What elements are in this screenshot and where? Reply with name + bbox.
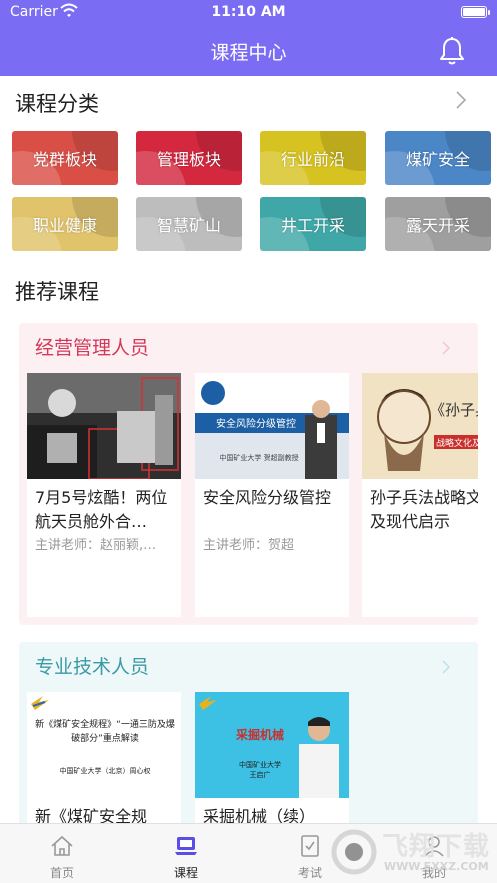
course-thumbnail: 采掘机械 中国矿业大学 王启广 bbox=[195, 692, 349, 798]
category-tile[interactable]: 煤矿安全 bbox=[385, 131, 491, 185]
category-tile[interactable]: 行业前沿 bbox=[260, 131, 366, 185]
category-label: 党群板块 bbox=[32, 150, 97, 169]
watermark-url: WWW.FXXZ.COM bbox=[384, 860, 489, 873]
course-card[interactable]: 《孙子兵 战略文化及现 孙子兵法战略文化及现代启示 bbox=[362, 373, 478, 617]
course-center-screen: Carrier 11:10 AM 课程中心 课程分类 党群板块 管理板块 行业前沿 煤… bbox=[0, 0, 497, 883]
category-tile[interactable]: 露天开采 bbox=[385, 197, 491, 251]
course-thumbnail: 安全风险分级管控 中国矿业大学 贺超副教授 bbox=[195, 373, 349, 479]
category-section-title: 课程分类 bbox=[15, 92, 99, 116]
course-teacher: 主讲老师：贺超 bbox=[203, 538, 295, 553]
chevron-right-icon[interactable] bbox=[441, 659, 451, 675]
category-tile[interactable]: 智慧矿山 bbox=[136, 197, 242, 251]
laptop-icon bbox=[175, 837, 197, 855]
category-tile[interactable]: 管理板块 bbox=[136, 131, 242, 185]
category-label: 智慧矿山 bbox=[156, 216, 221, 235]
category-tile[interactable]: 职业健康 bbox=[12, 197, 118, 251]
thumbnail-subcaption: 中国矿业大学（北京）周心权 bbox=[59, 767, 151, 775]
status-bar: Carrier 11:10 AM bbox=[0, 0, 497, 26]
course-group-title[interactable]: 专业技术人员 bbox=[35, 652, 149, 679]
category-label: 行业前沿 bbox=[280, 150, 345, 169]
thumbnail-caption: 新《煤矿安全规程》“一通三防及爆破部分”重点解读 bbox=[35, 720, 175, 744]
course-group-management: 经营管理人员 7月5号炫酷！两位航天员舱外合… 主讲老师：赵丽颖,… 安全风险分… bbox=[19, 323, 478, 625]
battery-icon bbox=[461, 6, 490, 18]
watermark-text: 飞翔下载 bbox=[382, 832, 491, 862]
course-card[interactable]: 7月5号炫酷！两位航天员舱外合… 主讲老师：赵丽颖,… bbox=[27, 373, 181, 617]
course-card[interactable]: 安全风险分级管控 中国矿业大学 贺超副教授 安全风险分级管控 主讲老师：贺超 bbox=[195, 373, 349, 617]
category-label: 井工开采 bbox=[280, 216, 345, 235]
course-thumbnail bbox=[27, 373, 181, 479]
chevron-right-icon[interactable] bbox=[454, 90, 468, 110]
category-label: 煤矿安全 bbox=[405, 150, 470, 169]
course-thumbnail: 新《煤矿安全规程》“一通三防及爆破部分”重点解读 中国矿业大学（北京）周心权 bbox=[27, 692, 181, 798]
exam-icon bbox=[301, 835, 319, 857]
thumbnail-caption: 《孙子兵 bbox=[430, 401, 478, 419]
page-title: 课程中心 bbox=[210, 42, 287, 64]
course-title: 孙子兵法战略文化及现代启示 bbox=[370, 488, 478, 531]
course-card[interactable]: 采掘机械 中国矿业大学 王启广 采掘机械（续） bbox=[195, 692, 349, 842]
status-time: 11:10 AM bbox=[211, 4, 286, 20]
course-card[interactable]: 新《煤矿安全规程》“一通三防及爆破部分”重点解读 中国矿业大学（北京）周心权 新… bbox=[27, 692, 181, 842]
home-icon bbox=[51, 835, 73, 856]
course-title: 安全风险分级管控 bbox=[203, 488, 332, 507]
thumbnail-subcaption: 战略文化及现 bbox=[436, 439, 478, 449]
nav-header: Carrier 11:10 AM 课程中心 bbox=[0, 0, 497, 76]
category-label: 职业健康 bbox=[32, 216, 97, 235]
thumbnail-subcaption: 中国矿业大学 王启广 bbox=[239, 761, 281, 779]
course-thumbnail: 《孙子兵 战略文化及现 bbox=[362, 373, 478, 479]
thumbnail-subcaption: 中国矿业大学 贺超副教授 bbox=[219, 454, 299, 462]
category-label: 管理板块 bbox=[156, 150, 221, 169]
category-label: 露天开采 bbox=[405, 216, 470, 235]
recommended-section-title: 推荐课程 bbox=[15, 280, 99, 304]
course-title: 7月5号炫酷！两位航天员舱外合… bbox=[35, 488, 168, 531]
course-group-title[interactable]: 经营管理人员 bbox=[35, 333, 149, 360]
category-tile[interactable]: 井工开采 bbox=[260, 197, 366, 251]
tab-label: 课程 bbox=[173, 866, 198, 880]
tab-label: 首页 bbox=[49, 866, 74, 880]
chevron-right-icon[interactable] bbox=[441, 340, 451, 356]
category-tile[interactable]: 党群板块 bbox=[12, 131, 118, 185]
thumbnail-caption: 采掘机械 bbox=[235, 728, 284, 742]
bell-icon[interactable] bbox=[438, 36, 466, 66]
watermark: 飞翔下载 WWW.FXXZ.COM bbox=[330, 822, 490, 880]
tab-home[interactable]: 首页 bbox=[0, 824, 124, 883]
course-group-technical: 专业技术人员 新《煤矿安全规程》“一通三防及爆破部分”重点解读 中国矿业大学（北… bbox=[19, 642, 478, 842]
course-teacher: 主讲老师：赵丽颖,… bbox=[35, 538, 157, 553]
tab-course[interactable]: 课程 bbox=[124, 824, 248, 883]
thumbnail-caption: 安全风险分级管控 bbox=[216, 419, 296, 430]
